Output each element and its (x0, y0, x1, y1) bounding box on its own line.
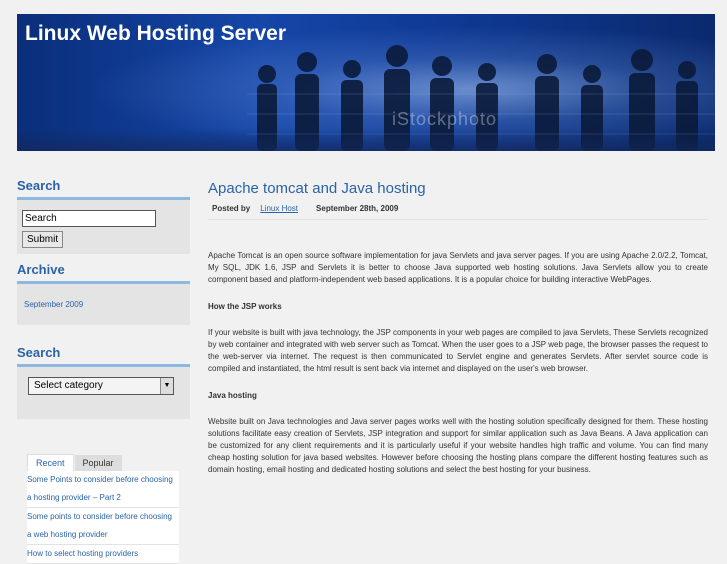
header-banner: Linux Web Hosting Server iStockphoto (17, 14, 715, 151)
archive-link-september-2009[interactable]: September 2009 (24, 300, 83, 309)
site-title[interactable]: Linux Web Hosting Server (25, 22, 286, 46)
post-link-line[interactable]: a web hosting provider (27, 526, 179, 544)
tab-recent[interactable]: Recent (27, 454, 74, 471)
post-date: September 28th, 2009 (316, 204, 399, 213)
category-widget-title: Search (17, 337, 190, 367)
stock-watermark: iStockphoto (392, 109, 498, 129)
banner-bottom-stripe (17, 129, 715, 151)
post-subheading: Java hosting (208, 391, 257, 400)
post-subheading: How the JSP works (208, 302, 282, 311)
post-meta: Posted by Linux Host September 28th, 2009 (208, 203, 708, 220)
post-paragraph: Apache Tomcat is an open source software… (208, 251, 708, 284)
category-select-value: Select category (34, 380, 103, 391)
submit-button[interactable]: Submit (22, 231, 64, 248)
chevron-down-icon[interactable]: ▼ (160, 378, 173, 394)
post-link-line[interactable]: How to select hosting providers (27, 545, 179, 563)
post-link-line[interactable]: a hosting provider – Part 2 (27, 489, 179, 507)
search-widget: Submit (17, 200, 190, 254)
tab-popular[interactable]: Popular (74, 455, 122, 471)
sidebar: Search Submit Archive September 2009 Sea… (17, 170, 190, 564)
post-tabs: Recent Popular (17, 451, 190, 471)
recent-post-list: Some Points to consider before choosing … (27, 471, 179, 564)
archive-widget-title: Archive (17, 254, 190, 284)
post-paragraph: If your website is built with java techn… (208, 328, 708, 373)
author-link[interactable]: Linux Host (260, 204, 298, 213)
post-link-line[interactable]: Some Points to consider before choosing (27, 471, 179, 489)
list-item[interactable]: Some points to consider before choosing … (27, 508, 179, 545)
search-input[interactable] (22, 210, 156, 227)
list-item[interactable]: How to select hosting providers (27, 545, 179, 564)
category-widget: Select category ▼ (17, 367, 190, 419)
post-link-line[interactable]: Some points to consider before choosing (27, 508, 179, 526)
page: Linux Web Hosting Server iStockphoto Sea… (0, 0, 727, 564)
main-content: Apache tomcat and Java hosting Posted by… (208, 170, 708, 476)
posted-by-label: Posted by (212, 204, 251, 213)
archive-widget: September 2009 (17, 284, 190, 325)
list-item[interactable]: Some Points to consider before choosing … (27, 471, 179, 508)
post-paragraph: Website built on Java technologies and J… (208, 417, 708, 474)
category-select[interactable]: Select category ▼ (28, 377, 174, 395)
search-widget-title: Search (17, 170, 190, 200)
post-title[interactable]: Apache tomcat and Java hosting (208, 180, 708, 197)
